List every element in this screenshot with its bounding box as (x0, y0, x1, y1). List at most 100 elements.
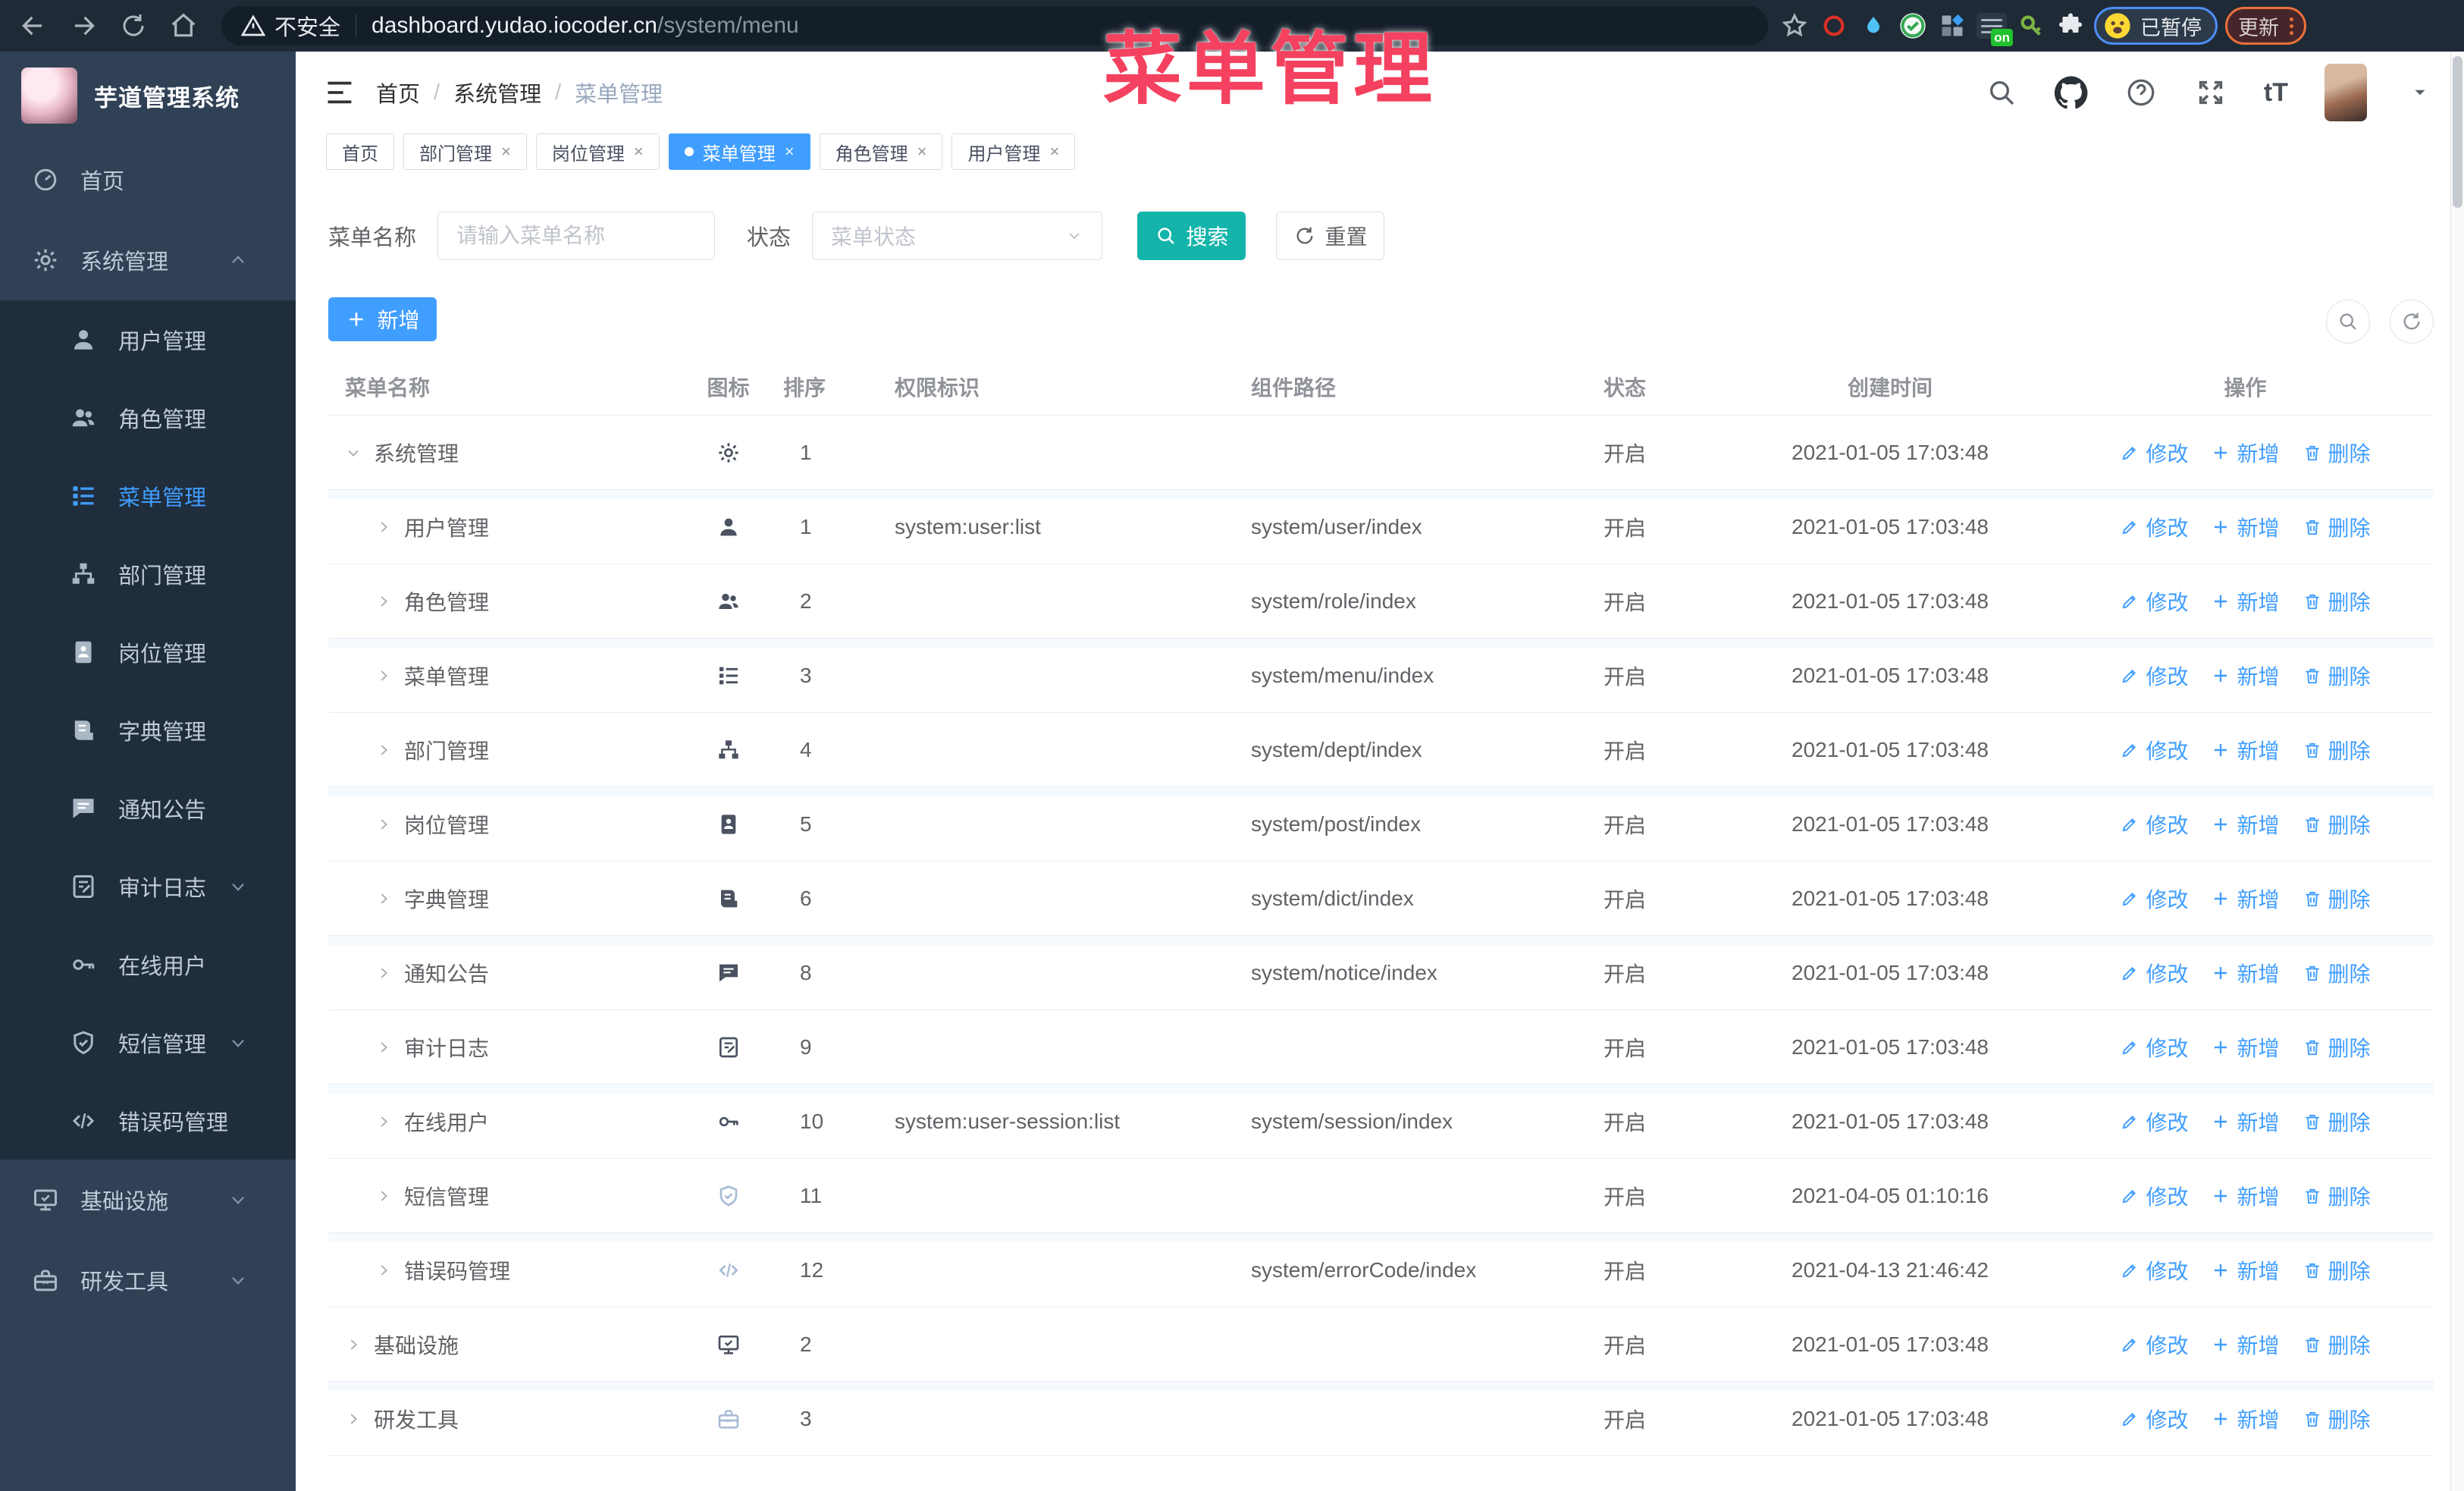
tree-expand-icon[interactable] (375, 742, 392, 758)
row-action-add[interactable]: 新增 (2211, 884, 2280, 914)
search-icon[interactable] (1985, 76, 2018, 109)
sidebar-item-11[interactable]: 短信管理 (0, 1003, 296, 1081)
row-action-edit[interactable]: 修改 (2120, 958, 2188, 988)
sidebar-item-4[interactable]: 菜单管理 (0, 457, 296, 535)
tree-expand-icon[interactable] (375, 519, 392, 535)
tab-4[interactable]: 角色管理 × (819, 133, 943, 170)
add-button[interactable]: 新增 (328, 297, 437, 341)
bookmark-star-icon[interactable] (1779, 10, 1810, 42)
row-action-edit[interactable]: 修改 (2120, 735, 2188, 765)
row-action-add[interactable]: 新增 (2211, 1106, 2280, 1137)
sidebar-item-10[interactable]: 在线用户 (0, 925, 296, 1003)
sidebar-item-12[interactable]: 错误码管理 (0, 1081, 296, 1160)
row-action-delete[interactable]: 删除 (2303, 661, 2371, 691)
tree-expand-icon[interactable] (375, 1113, 392, 1130)
row-action-delete[interactable]: 删除 (2303, 1032, 2371, 1063)
row-action-add[interactable]: 新增 (2211, 1032, 2280, 1063)
tree-expand-icon[interactable] (345, 1336, 362, 1353)
menu-name-input[interactable] (437, 212, 716, 260)
row-action-delete[interactable]: 删除 (2303, 1255, 2371, 1285)
sidebar-item-5[interactable]: 部门管理 (0, 535, 296, 613)
row-action-delete[interactable]: 删除 (2303, 1106, 2371, 1137)
close-icon[interactable]: × (501, 142, 511, 162)
chevron-down-icon[interactable] (2403, 76, 2437, 109)
close-icon[interactable]: × (917, 142, 927, 162)
browser-menu-icon[interactable] (2290, 17, 2293, 35)
help-icon[interactable] (2124, 76, 2158, 109)
tree-expand-icon[interactable] (375, 667, 392, 684)
row-action-add[interactable]: 新增 (2211, 735, 2280, 765)
back-icon[interactable] (17, 9, 50, 42)
row-action-edit[interactable]: 修改 (2120, 1032, 2188, 1063)
tree-expand-icon[interactable] (375, 890, 392, 907)
sidebar-item-3[interactable]: 角色管理 (0, 378, 296, 457)
scrollbar-thumb[interactable] (2453, 56, 2462, 208)
row-action-edit[interactable]: 修改 (2120, 1329, 2188, 1360)
row-action-delete[interactable]: 删除 (2303, 586, 2371, 617)
sidebar-item-8[interactable]: 通知公告 (0, 769, 296, 847)
sidebar-item-13[interactable]: 基础设施 (0, 1160, 296, 1240)
row-action-edit[interactable]: 修改 (2120, 884, 2188, 914)
close-icon[interactable]: × (785, 142, 795, 162)
github-icon[interactable] (2054, 76, 2088, 109)
tree-expand-icon[interactable] (375, 1262, 392, 1279)
drop-extension-icon[interactable] (1857, 10, 1889, 42)
address-bar[interactable]: 不安全 dashboard.yudao.iocoder.cn /system/m… (221, 6, 1768, 46)
row-action-add[interactable]: 新增 (2211, 1329, 2280, 1360)
forward-icon[interactable] (67, 9, 100, 42)
tree-expand-icon[interactable] (375, 1039, 392, 1056)
row-action-edit[interactable]: 修改 (2120, 1404, 2188, 1434)
sidebar-item-9[interactable]: 审计日志 (0, 847, 296, 925)
row-action-delete[interactable]: 删除 (2303, 1181, 2371, 1211)
status-select[interactable]: 菜单状态 (812, 212, 1103, 260)
row-action-add[interactable]: 新增 (2211, 958, 2280, 988)
tab-0[interactable]: 首页 (326, 133, 394, 170)
tab-3[interactable]: 菜单管理 × (668, 133, 810, 170)
row-action-delete[interactable]: 删除 (2303, 1404, 2371, 1434)
row-action-add[interactable]: 新增 (2211, 1255, 2280, 1285)
tab-5[interactable]: 用户管理 × (951, 133, 1076, 170)
row-action-edit[interactable]: 修改 (2120, 1181, 2188, 1211)
show-search-toggle-button[interactable] (2326, 300, 2370, 344)
row-action-delete[interactable]: 删除 (2303, 1329, 2371, 1360)
avatar[interactable] (2324, 64, 2367, 121)
tree-expand-icon[interactable] (375, 965, 392, 981)
security-label[interactable]: 不安全 (274, 10, 340, 42)
fullscreen-icon[interactable] (2194, 76, 2227, 109)
red-dot-extension-icon[interactable] (1818, 10, 1850, 42)
row-action-edit[interactable]: 修改 (2120, 586, 2188, 617)
row-action-add[interactable]: 新增 (2211, 438, 2280, 468)
check-badge-extension-icon[interactable] (1897, 10, 1929, 42)
row-action-add[interactable]: 新增 (2211, 809, 2280, 840)
close-icon[interactable]: × (634, 142, 644, 162)
row-action-delete[interactable]: 删除 (2303, 438, 2371, 468)
row-action-delete[interactable]: 删除 (2303, 512, 2371, 542)
row-action-delete[interactable]: 删除 (2303, 958, 2371, 988)
tree-expand-icon[interactable] (345, 444, 362, 461)
home-nav-icon[interactable] (167, 9, 200, 42)
row-action-add[interactable]: 新增 (2211, 586, 2280, 617)
row-action-add[interactable]: 新增 (2211, 1404, 2280, 1434)
row-action-add[interactable]: 新增 (2211, 512, 2280, 542)
reload-icon[interactable] (117, 9, 150, 42)
browser-profile-chip[interactable]: 已暂停 (2094, 7, 2218, 45)
row-action-add[interactable]: 新增 (2211, 661, 2280, 691)
tree-expand-icon[interactable] (375, 1188, 392, 1204)
refresh-table-button[interactable] (2390, 300, 2434, 344)
sidebar-item-6[interactable]: 岗位管理 (0, 613, 296, 691)
sidebar-item-0[interactable]: 首页 (0, 140, 296, 220)
key-extension-icon[interactable] (2015, 10, 2047, 42)
row-action-delete[interactable]: 删除 (2303, 884, 2371, 914)
collapse-sidebar-icon[interactable] (324, 80, 355, 105)
sidebar-item-2[interactable]: 用户管理 (0, 300, 296, 378)
tab-2[interactable]: 岗位管理 × (535, 133, 660, 170)
tab-1[interactable]: 部门管理 × (403, 133, 527, 170)
breadcrumb-system[interactable]: 系统管理 (453, 77, 541, 108)
row-action-delete[interactable]: 删除 (2303, 735, 2371, 765)
reset-button[interactable]: 重置 (1276, 212, 1385, 260)
row-action-edit[interactable]: 修改 (2120, 512, 2188, 542)
browser-update-button[interactable]: 更新 (2225, 7, 2306, 45)
blocks-extension-icon[interactable] (1936, 10, 1968, 42)
puzzle-extensions-icon[interactable] (2055, 10, 2086, 42)
close-icon[interactable]: × (1049, 142, 1059, 162)
